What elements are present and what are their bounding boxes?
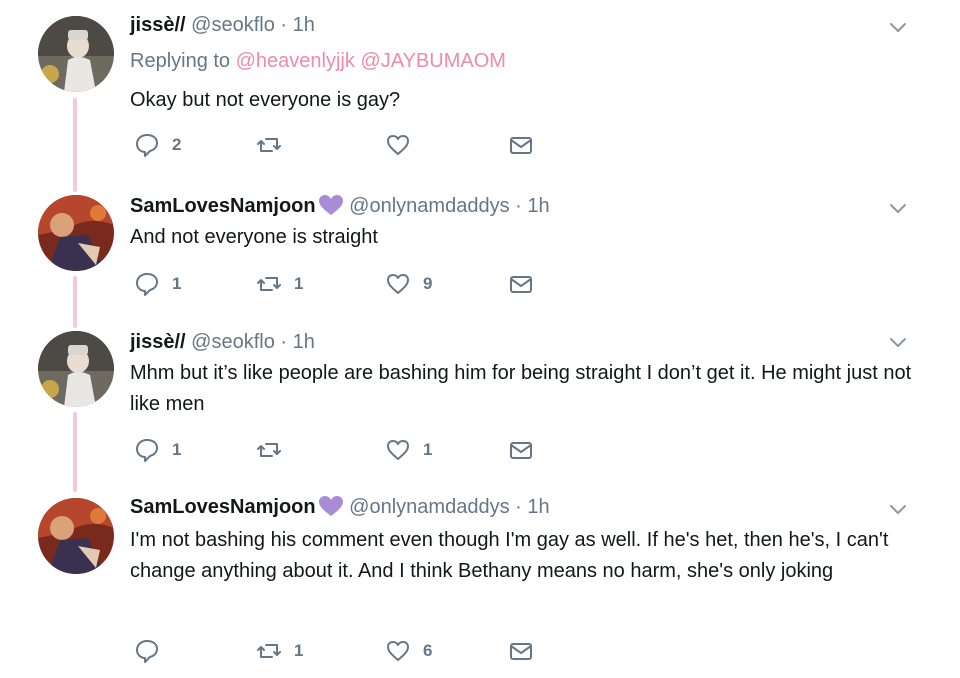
reply-button[interactable]: 2	[134, 130, 181, 160]
thread-line	[73, 276, 77, 328]
avatar[interactable]	[38, 16, 114, 92]
like-count: 1	[423, 440, 433, 459]
reply-button[interactable]: 1	[134, 269, 181, 299]
user-handle[interactable]: @seokflo	[191, 14, 275, 36]
tweet-actions: 1 1 9	[130, 269, 570, 299]
replying-label: Replying to	[130, 50, 231, 72]
separator-dot: ·	[515, 195, 522, 217]
tweet-actions: 1 1	[130, 435, 570, 465]
reply-button[interactable]: 1	[134, 435, 181, 465]
display-name[interactable]: SamLovesNamjoon	[130, 195, 316, 217]
heart-outline-icon	[387, 274, 409, 294]
like-count: 6	[423, 641, 433, 660]
retweet-count: 1	[294, 641, 304, 660]
retweet-button[interactable]: 1	[256, 636, 303, 666]
purple-heart-icon	[318, 195, 343, 215]
like-count: 9	[423, 274, 433, 293]
avatar[interactable]	[38, 498, 114, 574]
dm-button[interactable]	[508, 435, 534, 465]
reply-button[interactable]	[134, 636, 172, 666]
display-name[interactable]: jissè//	[130, 14, 186, 36]
separator-dot: ·	[280, 14, 288, 36]
reply-bubble-icon	[136, 439, 158, 462]
chevron-down-icon[interactable]	[887, 16, 909, 38]
timestamp[interactable]: 1h	[527, 195, 549, 217]
purple-heart-icon	[318, 496, 343, 516]
reply-count: 1	[172, 274, 182, 293]
like-button[interactable]: 9	[385, 269, 432, 299]
retweet-arrows-icon	[257, 644, 281, 658]
reply-bubble-icon	[136, 134, 158, 157]
dm-button[interactable]	[508, 269, 534, 299]
tweet-text: Mhm but it’s like people are bashing him…	[130, 362, 912, 415]
tweet-header: jissè// @seokflo · 1h	[130, 12, 315, 38]
tweet-text: I'm not bashing his comment even though …	[130, 529, 889, 582]
envelope-icon	[510, 276, 532, 293]
user-handle[interactable]: @onlynamdaddys	[349, 496, 509, 518]
tweet-header: SamLovesNamjoon @onlynamdaddys · 1h	[130, 193, 550, 219]
reply-bubble-icon	[136, 640, 158, 663]
tweet-actions: 2	[130, 130, 570, 160]
tweet-text: Okay but not everyone is gay?	[130, 89, 401, 111]
avatar[interactable]	[38, 195, 114, 271]
retweet-button[interactable]: 1	[256, 269, 303, 299]
thread-line	[73, 412, 77, 492]
like-button[interactable]: 6	[385, 636, 432, 666]
tweet-text: And not everyone is straight	[130, 226, 378, 248]
like-button[interactable]	[385, 130, 423, 160]
envelope-icon	[510, 442, 532, 459]
timestamp[interactable]: 1h	[527, 496, 549, 518]
reply-bubble-icon	[136, 273, 158, 296]
retweet-button[interactable]	[256, 435, 294, 465]
like-button[interactable]: 1	[385, 435, 432, 465]
timestamp[interactable]: 1h	[293, 331, 315, 353]
timestamp[interactable]: 1h	[293, 14, 315, 36]
dm-button[interactable]	[508, 130, 534, 160]
envelope-icon	[510, 643, 532, 660]
display-name[interactable]: SamLovesNamjoon	[130, 496, 316, 518]
reply-count: 1	[172, 440, 182, 459]
heart-outline-icon	[387, 135, 409, 155]
reply-count: 2	[172, 135, 182, 154]
envelope-icon	[510, 137, 532, 154]
retweet-arrows-icon	[257, 277, 281, 291]
retweet-count: 1	[294, 274, 304, 293]
tweet-header: SamLovesNamjoon @onlynamdaddys · 1h	[130, 494, 550, 520]
user-handle[interactable]: @onlynamdaddys	[349, 195, 509, 217]
tweet-actions: 1 6	[130, 636, 570, 666]
thread-line	[73, 98, 77, 192]
separator-dot: ·	[280, 331, 288, 353]
user-handle[interactable]: @seokflo	[191, 331, 275, 353]
retweet-arrows-icon	[257, 443, 281, 457]
tweet-header: jissè// @seokflo · 1h	[130, 329, 315, 355]
retweet-button[interactable]	[256, 130, 294, 160]
chevron-down-icon[interactable]	[887, 331, 909, 353]
display-name[interactable]: jissè//	[130, 331, 186, 353]
chevron-down-icon[interactable]	[887, 197, 909, 219]
heart-outline-icon	[387, 440, 409, 460]
chevron-down-icon[interactable]	[887, 498, 909, 520]
dm-button[interactable]	[508, 636, 534, 666]
mention-links[interactable]: @heavenlyjjk @JAYBUMAOM	[236, 50, 506, 72]
replying-to: Replying to @heavenlyjjk @JAYBUMAOM	[130, 50, 506, 73]
separator-dot: ·	[515, 496, 522, 518]
heart-outline-icon	[387, 641, 409, 661]
avatar[interactable]	[38, 331, 114, 407]
retweet-arrows-icon	[257, 138, 281, 152]
